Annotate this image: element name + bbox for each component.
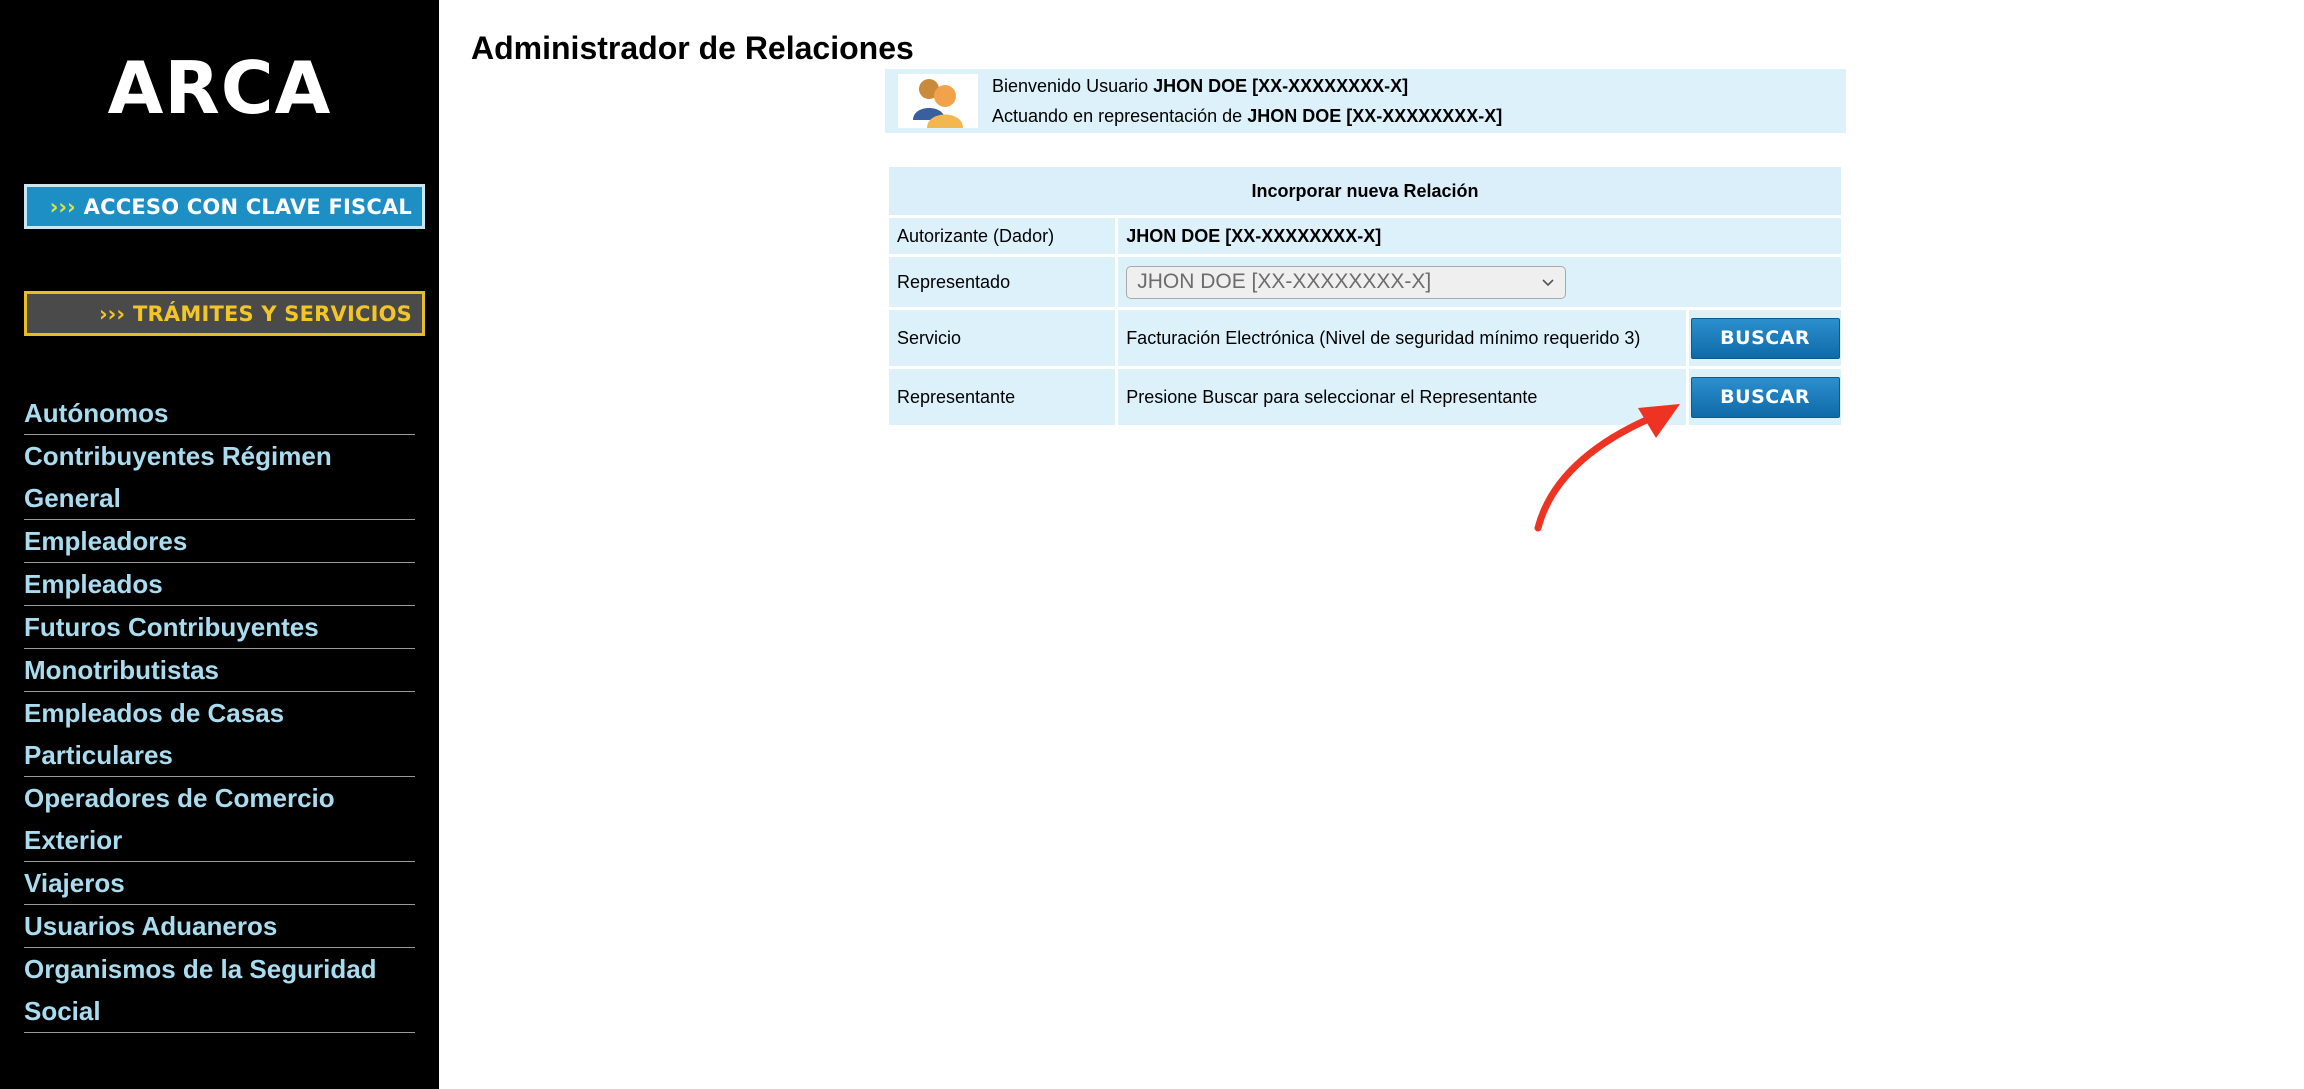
form-header: Incorporar nueva Relación — [889, 167, 1841, 215]
representante-action-cell: BUSCAR — [1689, 369, 1841, 425]
row-label-servicio: Servicio — [889, 310, 1116, 366]
acceso-clave-fiscal-button[interactable]: ››› ACCESO CON CLAVE FISCAL — [24, 184, 425, 229]
arca-logo[interactable]: ARCA — [0, 42, 439, 134]
tramites-servicios-label: TRÁMITES Y SERVICIOS — [133, 301, 412, 326]
nav-item-organismos-seguridad-social[interactable]: Organismos de la Seguridad Social — [24, 948, 415, 1033]
row-label-representante: Representante — [889, 369, 1116, 425]
annotation-arrow-icon — [1534, 404, 1680, 532]
tramites-servicios-button[interactable]: ››› TRÁMITES Y SERVICIOS — [24, 291, 425, 336]
nav-item-empleados-casas-particulares[interactable]: Empleados de Casas Particulares — [24, 692, 415, 777]
representado-cell: JHON DOE [XX-XXXXXXXX-X] — [1118, 257, 1841, 307]
welcome-user-line: Bienvenido Usuario JHON DOE [XX-XXXXXXXX… — [992, 76, 1409, 96]
table-row: Representado JHON DOE [XX-XXXXXXXX-X] — [889, 257, 1841, 307]
sidebar: ARCA ››› ACCESO CON CLAVE FISCAL ››› TRÁ… — [0, 0, 439, 1089]
nav-item-empleadores[interactable]: Empleadores — [24, 520, 415, 563]
nav-item-usuarios-aduaneros[interactable]: Usuarios Aduaneros — [24, 905, 415, 948]
sidebar-nav: Autónomos Contribuyentes Régimen General … — [24, 392, 415, 1033]
welcome-banner: Bienvenido Usuario JHON DOE [XX-XXXXXXXX… — [885, 69, 1846, 133]
nav-item-viajeros[interactable]: Viajeros — [24, 862, 415, 905]
row-label-representado: Representado — [889, 257, 1116, 307]
acting-on-behalf-line: Actuando en representación de JHON DOE [… — [992, 106, 1503, 126]
acceso-clave-fiscal-label: ACCESO CON CLAVE FISCAL — [83, 194, 412, 219]
representado-selected-value: JHON DOE [XX-XXXXXXXX-X] — [1137, 270, 1432, 293]
nav-item-contribuyentes-regimen-general[interactable]: Contribuyentes Régimen General — [24, 435, 415, 520]
page-title: Administrador de Relaciones — [471, 30, 914, 66]
chevrons-icon: ››› — [49, 194, 76, 219]
table-row: Autorizante (Dador) JHON DOE [XX-XXXXXXX… — [889, 218, 1841, 254]
table-row: Servicio Facturación Electrónica (Nivel … — [889, 310, 1841, 366]
nav-item-autonomos[interactable]: Autónomos — [24, 392, 415, 435]
autorizante-value: JHON DOE [XX-XXXXXXXX-X] — [1118, 218, 1841, 254]
chevron-down-icon — [1541, 270, 1555, 294]
representado-select[interactable]: JHON DOE [XX-XXXXXXXX-X] — [1126, 265, 1567, 299]
buscar-representante-button[interactable]: BUSCAR — [1690, 376, 1840, 418]
users-avatar-icon — [898, 74, 978, 128]
servicio-value: Facturación Electrónica (Nivel de seguri… — [1118, 310, 1687, 366]
nav-item-monotributistas[interactable]: Monotributistas — [24, 649, 415, 692]
nav-item-futuros-contribuyentes[interactable]: Futuros Contribuyentes — [24, 606, 415, 649]
new-relation-form: Incorporar nueva Relación Autorizante (D… — [886, 164, 1844, 428]
nav-item-operadores-comercio-exterior[interactable]: Operadores de Comercio Exterior — [24, 777, 415, 862]
servicio-action-cell: BUSCAR — [1689, 310, 1841, 366]
nav-item-empleados[interactable]: Empleados — [24, 563, 415, 606]
row-label-autorizante: Autorizante (Dador) — [889, 218, 1116, 254]
buscar-servicio-button[interactable]: BUSCAR — [1690, 317, 1840, 359]
chevrons-icon: ››› — [99, 301, 125, 326]
